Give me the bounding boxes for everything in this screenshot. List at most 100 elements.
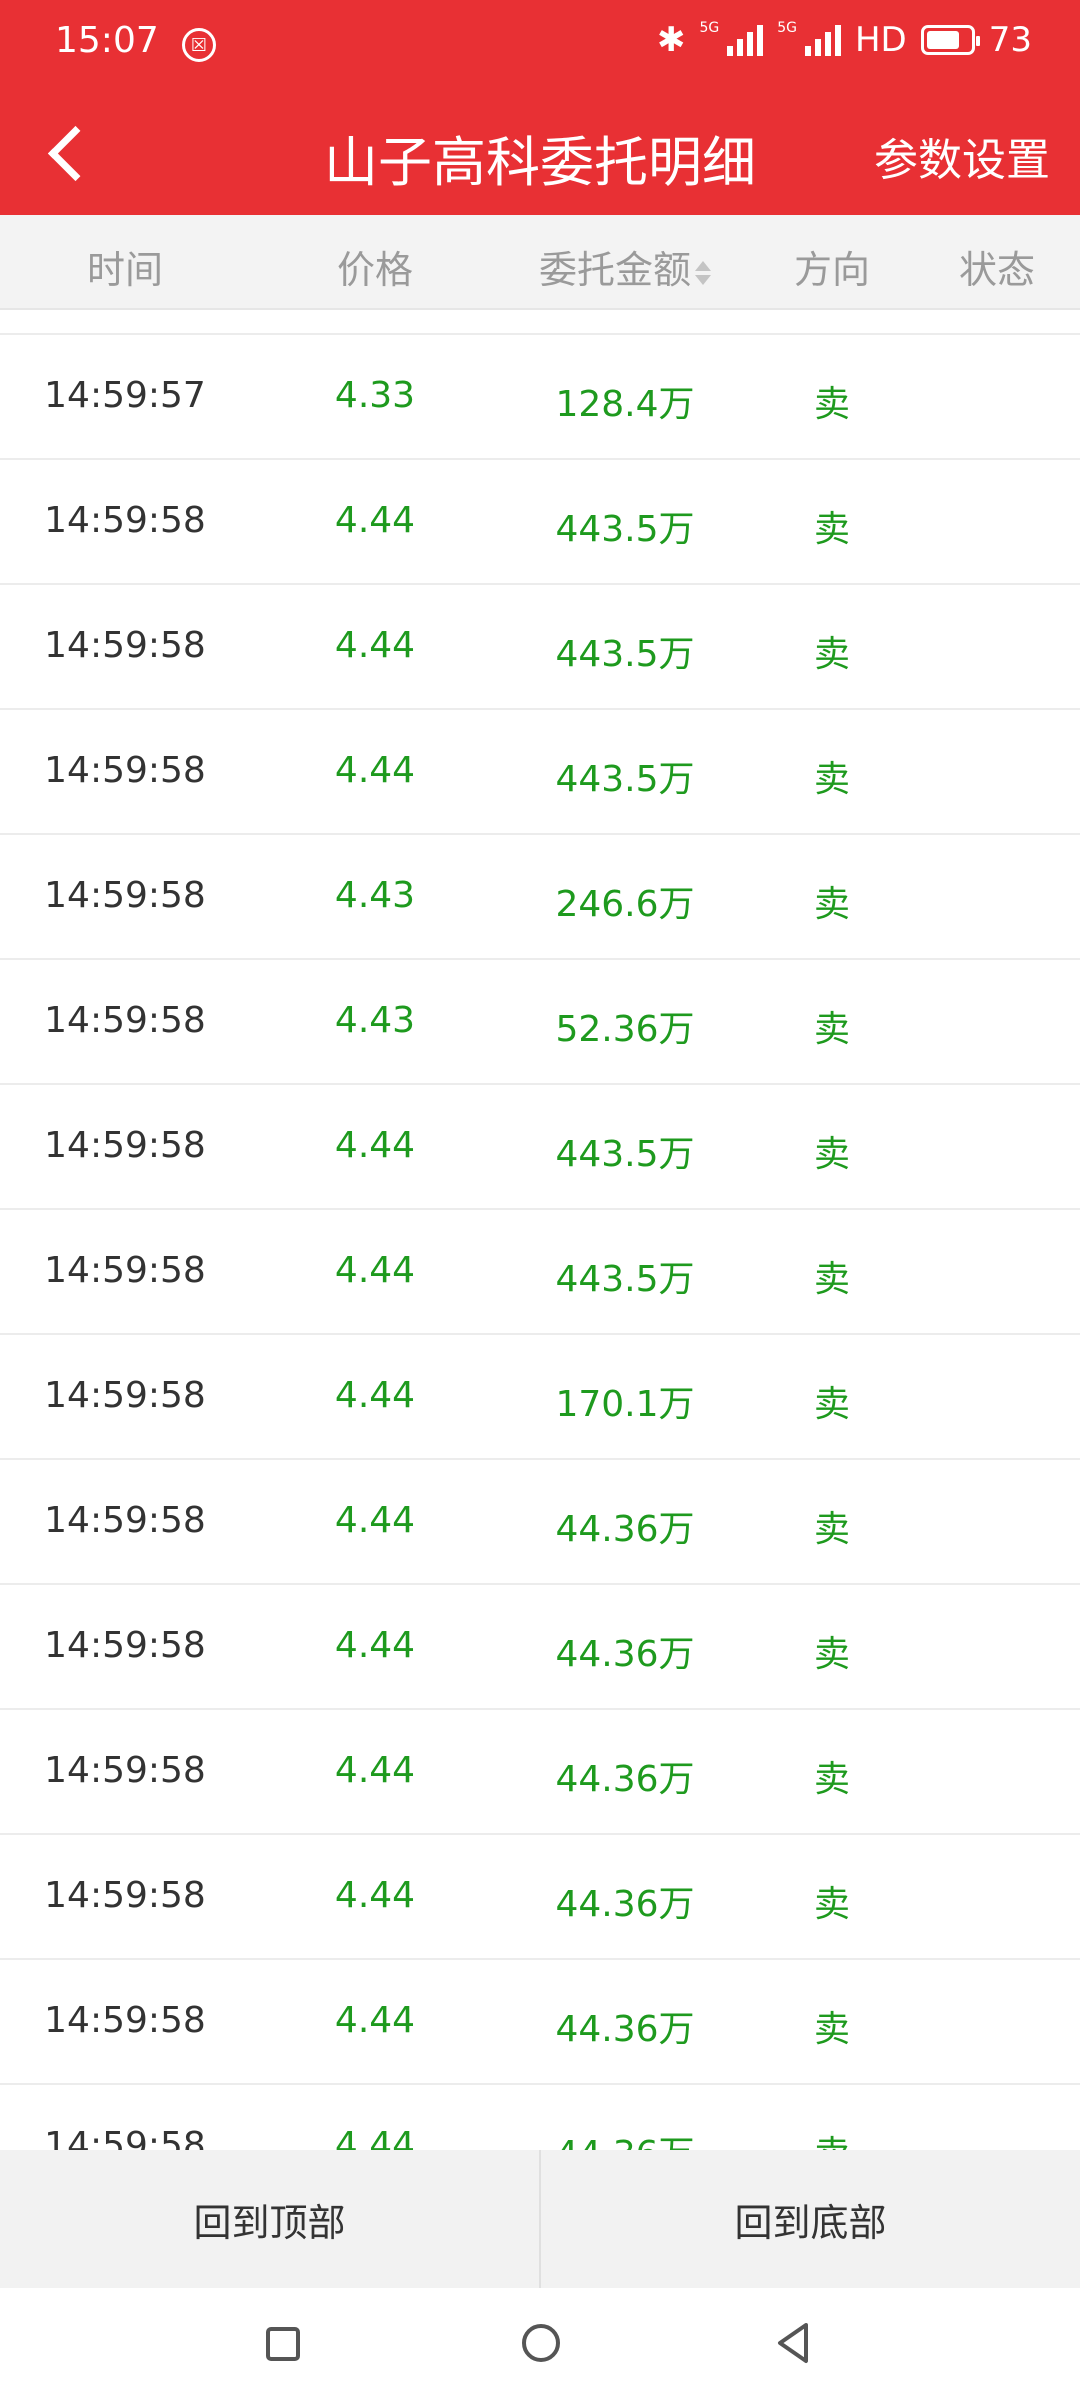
row-direction: 卖 <box>813 1884 851 1925</box>
circle-icon[interactable] <box>522 2324 560 2362</box>
table-row[interactable]: 14:59:58 4.43 52.36万 卖 <box>0 960 1080 1085</box>
row-time: 14:59:58 <box>44 750 206 791</box>
row-price: 4.44 <box>334 500 416 541</box>
row-time: 14:59:58 <box>44 1000 206 1041</box>
table-row[interactable]: 14:59:58 4.44 443.5万 卖 <box>0 1085 1080 1210</box>
hd-label: HD <box>854 20 907 60</box>
column-amount[interactable]: 委托金额 <box>538 239 712 294</box>
table-row[interactable]: 14:59:57 4.33 128.4万 卖 <box>0 335 1080 460</box>
row-time: 14:59:58 <box>44 2000 206 2041</box>
table-row[interactable]: 14:59:58 4.44 44.36万 卖 <box>0 2085 1080 2150</box>
row-amount: 44.36万 <box>555 2125 694 2150</box>
row-direction: 卖 <box>814 2125 850 2150</box>
row-time: 14:59:58 <box>44 1250 206 1291</box>
row-time: 14:59:58 <box>44 1375 206 1416</box>
battery-icon <box>920 25 980 55</box>
table-row[interactable]: 14:59:58 4.44 44.36万 卖 <box>0 1835 1080 1960</box>
table-row[interactable]: 14:59:58 4.44 44.36万 卖 <box>0 1710 1080 1835</box>
row-time: 14:59:58 <box>44 1750 206 1791</box>
settings-button[interactable]: 参数设置 <box>874 124 1050 188</box>
row-direction: 卖 <box>813 884 851 925</box>
network-label-2: 5G <box>777 20 797 36</box>
row-amount: 44.36万 <box>555 1759 695 1800</box>
back-to-top-button[interactable]: 回到顶部 <box>0 2150 541 2288</box>
title-bar: 山子高科委托明细 参数设置 <box>0 90 1080 215</box>
status-bar: 15:07 ☒ ✱ 5G 5G HD 73 <box>0 0 1080 90</box>
square-icon[interactable] <box>266 2327 300 2361</box>
row-time: 14:59:58 <box>44 1625 206 1666</box>
row-time: 14:59:58 <box>44 2125 206 2150</box>
row-amount: 246.6万 <box>555 884 695 925</box>
order-list-rows: 14:59:57 4.33 128.4万卖 14:59:58 4.44 443.5万卖 14… <box>0 333 1080 2150</box>
row-direction: 卖 <box>813 509 851 550</box>
table-row[interactable]: 14:59:58 4.44 44.36万 卖 <box>0 1960 1080 2085</box>
bluetooth-icon: ✱ <box>656 20 686 60</box>
row-time: 14:59:58 <box>44 500 206 541</box>
row-price: 4.44 <box>334 2125 416 2150</box>
row-time: 14:59:58 <box>44 875 206 916</box>
row-direction: 卖 <box>813 634 851 675</box>
row-direction: 卖 <box>813 1509 851 1550</box>
row-price: 4.44 <box>334 1500 416 1541</box>
row-amount: 443.5万 <box>555 1134 695 1175</box>
column-header: 时间 价格 委托金额 方向 状态 <box>0 215 1080 310</box>
network-label-1: 5G <box>699 20 720 36</box>
column-amount-label: 委托金额 <box>538 248 692 292</box>
order-list[interactable]: 14:59:57 4.33 128.4万卖 14:59:58 4.44 443.5万卖 14… <box>0 310 1080 2150</box>
table-row[interactable]: 14:59:58 4.44 170.1万 卖 <box>0 1335 1080 1460</box>
row-price: 4.44 <box>334 1875 416 1916</box>
column-time: 时间 <box>86 248 164 292</box>
row-amount: 443.5万 <box>555 509 695 550</box>
triangle-back-icon[interactable] <box>776 2322 810 2364</box>
row-price: 4.33 <box>334 375 416 416</box>
table-row[interactable]: 14:59:58 4.44 443.5万 卖 <box>0 1210 1080 1335</box>
row-time: 14:59:58 <box>44 1125 206 1166</box>
row-amount: 44.36万 <box>555 1509 695 1550</box>
row-direction: 卖 <box>813 1259 851 1300</box>
row-price: 4.44 <box>334 750 416 791</box>
row-amount: 52.36万 <box>555 1009 695 1050</box>
row-amount: 170.1万 <box>555 1384 695 1425</box>
signal-icon-2 <box>804 24 841 56</box>
row-price: 4.44 <box>334 1125 416 1166</box>
row-amount: 44.36万 <box>555 1884 695 1925</box>
row-time: 14:59:58 <box>44 625 206 666</box>
column-status: 状态 <box>958 248 1036 292</box>
status-icons: ✱ 5G 5G HD 73 <box>657 20 1032 60</box>
row-direction: 卖 <box>813 384 851 425</box>
row-time: 14:59:57 <box>44 375 206 416</box>
column-price: 价格 <box>336 248 414 292</box>
row-direction: 卖 <box>813 1759 851 1800</box>
row-price: 4.44 <box>334 625 416 666</box>
row-amount: 443.5万 <box>555 634 695 675</box>
column-direction: 方向 <box>793 248 871 292</box>
row-price: 4.44 <box>334 1250 416 1291</box>
row-price: 4.44 <box>334 1375 416 1416</box>
clock: 15:07 <box>55 20 159 61</box>
system-nav-bar <box>0 2288 1080 2400</box>
notification-app-icon: ☒ <box>182 28 216 62</box>
table-row[interactable]: 14:59:58 4.44 44.36万 卖 <box>0 1585 1080 1710</box>
table-row[interactable]: 14:59:58 4.44 443.5万 卖 <box>0 585 1080 710</box>
row-price: 4.44 <box>334 1750 416 1791</box>
row-amount: 443.5万 <box>555 1259 695 1300</box>
table-row[interactable]: 14:59:58 4.44 443.5万 卖 <box>0 710 1080 835</box>
row-amount: 128.4万 <box>555 384 695 425</box>
row-price: 4.43 <box>334 1000 416 1041</box>
row-price: 4.44 <box>334 1625 416 1666</box>
table-row[interactable]: 14:59:58 4.43 246.6万 卖 <box>0 835 1080 960</box>
signal-icon-1 <box>727 24 764 56</box>
sort-icon[interactable] <box>695 259 712 287</box>
row-direction: 卖 <box>813 1134 851 1175</box>
bottom-actions: 回到顶部 回到底部 <box>0 2150 1080 2288</box>
row-amount: 443.5万 <box>555 759 695 800</box>
row-direction: 卖 <box>813 1009 851 1050</box>
row-direction: 卖 <box>813 2009 851 2050</box>
row-direction: 卖 <box>813 759 851 800</box>
row-amount: 44.36万 <box>555 2009 695 2050</box>
table-row[interactable]: 14:59:58 4.44 443.5万 卖 <box>0 460 1080 585</box>
table-row[interactable]: 14:59:58 4.44 44.36万 卖 <box>0 1460 1080 1585</box>
battery-level: 73 <box>988 20 1032 60</box>
row-direction: 卖 <box>813 1634 851 1675</box>
back-to-bottom-button[interactable]: 回到底部 <box>541 2150 1080 2288</box>
